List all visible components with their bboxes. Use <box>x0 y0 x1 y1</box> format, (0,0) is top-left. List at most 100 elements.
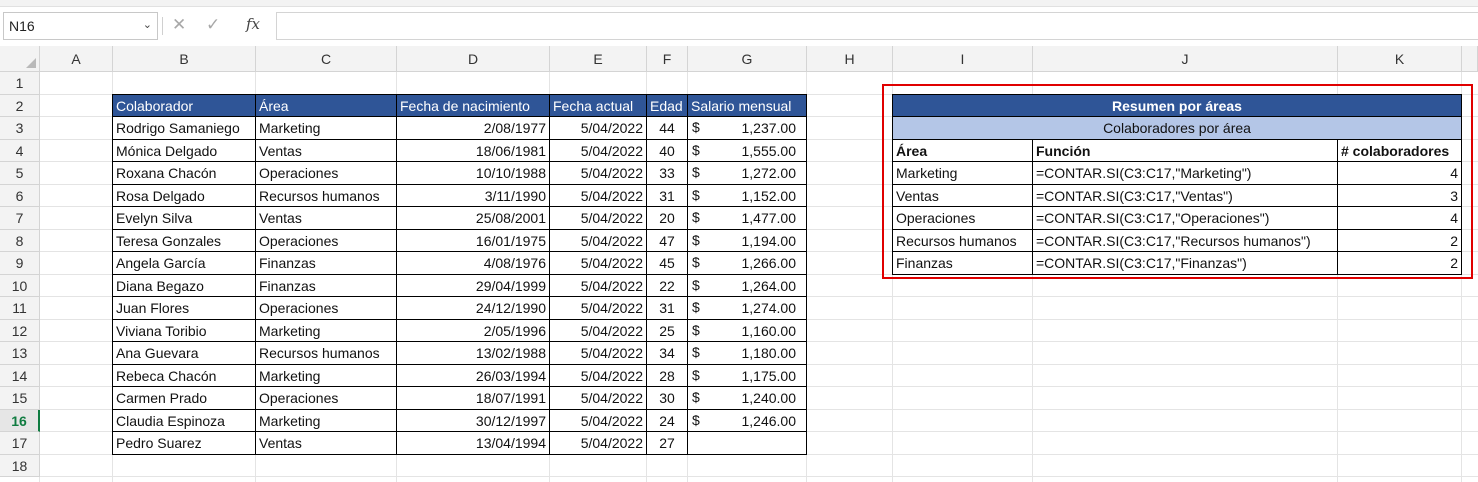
select-all-button[interactable] <box>0 46 40 72</box>
main-table-cell-edad: 30 <box>646 386 688 410</box>
main-table-cell-edad: 25 <box>646 319 688 342</box>
currency-symbol: $ <box>692 322 700 338</box>
main-table-cell-colaborador: Roxana Chacón <box>112 161 256 185</box>
row-header-15[interactable]: 15 <box>0 387 40 410</box>
main-table-cell-fecha-actual: 5/04/2022 <box>549 386 647 410</box>
row-header-9[interactable]: 9 <box>0 252 40 275</box>
main-table-cell-colaborador: Rebeca Chacón <box>112 364 256 387</box>
currency-symbol: $ <box>692 344 700 360</box>
column-header-a[interactable]: A <box>40 46 113 72</box>
column-header-i[interactable]: I <box>893 46 1033 72</box>
row-header-18[interactable]: 18 <box>0 455 40 477</box>
main-table-cell-edad: 47 <box>646 229 688 252</box>
main-table-cell-edad: 22 <box>646 274 688 297</box>
main-table-cell-fecha-nacimiento: 4/08/1976 <box>396 251 550 275</box>
chevron-down-icon[interactable]: ⌄ <box>143 18 152 31</box>
formula-bar-separator <box>162 17 163 35</box>
main-table-cell-colaborador: Teresa Gonzales <box>112 229 256 252</box>
row-header-12[interactable]: 12 <box>0 320 40 342</box>
row-header-8[interactable]: 8 <box>0 230 40 252</box>
main-table-cell-fecha-actual: 5/04/2022 <box>549 296 647 320</box>
main-table-cell-area: Marketing <box>255 116 397 140</box>
column-header-g[interactable]: G <box>688 46 807 72</box>
row-header-10[interactable]: 10 <box>0 275 40 297</box>
column-header-f[interactable]: F <box>647 46 688 72</box>
main-table-header-1: Área <box>255 94 397 117</box>
formula-input[interactable] <box>276 12 1478 40</box>
main-table-cell-fecha-nacimiento: 26/03/1994 <box>396 364 550 387</box>
main-table-cell-area: Marketing <box>255 364 397 387</box>
main-table-cell-edad: 20 <box>646 206 688 230</box>
main-table-cell-fecha-nacimiento: 13/02/1988 <box>396 341 550 365</box>
main-table-cell-area: Marketing <box>255 409 397 432</box>
spreadsheet-grid[interactable]: A B C D E F G H I J K 1 2 3 4 5 6 7 8 9 10 11 12 13 14 15 16 17 18 Co… <box>0 46 1478 482</box>
summary-highlight-box <box>882 84 1473 279</box>
ribbon-edge <box>0 0 1478 7</box>
main-table-cell-edad: 28 <box>646 364 688 387</box>
row-header-3[interactable]: 3 <box>0 117 40 140</box>
row-header-11[interactable]: 11 <box>0 297 40 320</box>
currency-symbol: $ <box>692 412 700 428</box>
currency-symbol: $ <box>692 299 700 315</box>
name-box-value: N16 <box>9 18 35 34</box>
main-table-cell-area: Ventas <box>255 139 397 162</box>
main-table-cell-fecha-actual: 5/04/2022 <box>549 319 647 342</box>
main-table-cell-fecha-actual: 5/04/2022 <box>549 116 647 140</box>
currency-symbol: $ <box>692 164 700 180</box>
currency-symbol: $ <box>692 232 700 248</box>
row-header-13[interactable]: 13 <box>0 342 40 365</box>
main-table-cell-edad: 31 <box>646 296 688 320</box>
main-table-cell-edad: 24 <box>646 409 688 432</box>
column-header-h[interactable]: H <box>807 46 893 72</box>
main-table-cell-fecha-actual: 5/04/2022 <box>549 274 647 297</box>
main-table-cell-area: Finanzas <box>255 274 397 297</box>
row-header-14[interactable]: 14 <box>0 365 40 387</box>
row-header-17[interactable]: 17 <box>0 432 40 455</box>
row-header-5[interactable]: 5 <box>0 162 40 185</box>
insert-function-icon[interactable]: fx <box>246 15 260 33</box>
column-header-k[interactable]: K <box>1338 46 1462 72</box>
select-all-triangle-icon <box>26 58 36 68</box>
main-table-cell-fecha-actual: 5/04/2022 <box>549 161 647 185</box>
main-table-cell-area: Ventas <box>255 431 397 455</box>
currency-symbol: $ <box>692 254 700 270</box>
row-header-4[interactable]: 4 <box>0 140 40 162</box>
main-table-cell-fecha-nacimiento: 3/11/1990 <box>396 184 550 207</box>
main-table-cell-colaborador: Rodrigo Samaniego <box>112 116 256 140</box>
main-table-cell-fecha-nacimiento: 2/05/1996 <box>396 319 550 342</box>
main-table-cell-fecha-nacimiento: 13/04/1994 <box>396 431 550 455</box>
main-table-cell-edad: 45 <box>646 251 688 275</box>
main-table-cell-fecha-nacimiento: 29/04/1999 <box>396 274 550 297</box>
row-header-1[interactable]: 1 <box>0 72 40 95</box>
main-table-cell-fecha-nacimiento: 25/08/2001 <box>396 206 550 230</box>
formula-bar: N16 ⌄ ✕ ✓ fx <box>0 7 1478 45</box>
row-header-2[interactable]: 2 <box>0 95 40 117</box>
main-table-cell-colaborador: Claudia Espinoza <box>112 409 256 432</box>
column-header-e[interactable]: E <box>550 46 647 72</box>
name-box[interactable]: N16 ⌄ <box>3 12 158 40</box>
main-table-cell-colaborador: Evelyn Silva <box>112 206 256 230</box>
column-header-filler <box>1462 46 1478 72</box>
currency-symbol: $ <box>692 142 700 158</box>
row-header-16[interactable]: 16 <box>0 410 40 432</box>
main-table-header-4: Edad <box>646 94 688 117</box>
cancel-icon[interactable]: ✕ <box>172 15 186 35</box>
row-header-7[interactable]: 7 <box>0 207 40 230</box>
main-table-cell-fecha-actual: 5/04/2022 <box>549 409 647 432</box>
enter-check-icon[interactable]: ✓ <box>206 15 220 35</box>
main-table-cell-salario <box>687 431 807 455</box>
main-table-cell-area: Finanzas <box>255 251 397 275</box>
main-table-cell-fecha-nacimiento: 16/01/1975 <box>396 229 550 252</box>
main-table-cell-edad: 33 <box>646 161 688 185</box>
main-table-cell-area: Marketing <box>255 319 397 342</box>
main-table-cell-area: Recursos humanos <box>255 184 397 207</box>
column-header-c[interactable]: C <box>256 46 397 72</box>
column-header-d[interactable]: D <box>397 46 550 72</box>
row-header-6[interactable]: 6 <box>0 185 40 207</box>
main-table-cell-fecha-actual: 5/04/2022 <box>549 251 647 275</box>
main-table-cell-fecha-actual: 5/04/2022 <box>549 206 647 230</box>
currency-symbol: $ <box>692 209 700 225</box>
column-header-b[interactable]: B <box>113 46 256 72</box>
column-header-j[interactable]: J <box>1033 46 1338 72</box>
main-table-cell-fecha-actual: 5/04/2022 <box>549 431 647 455</box>
